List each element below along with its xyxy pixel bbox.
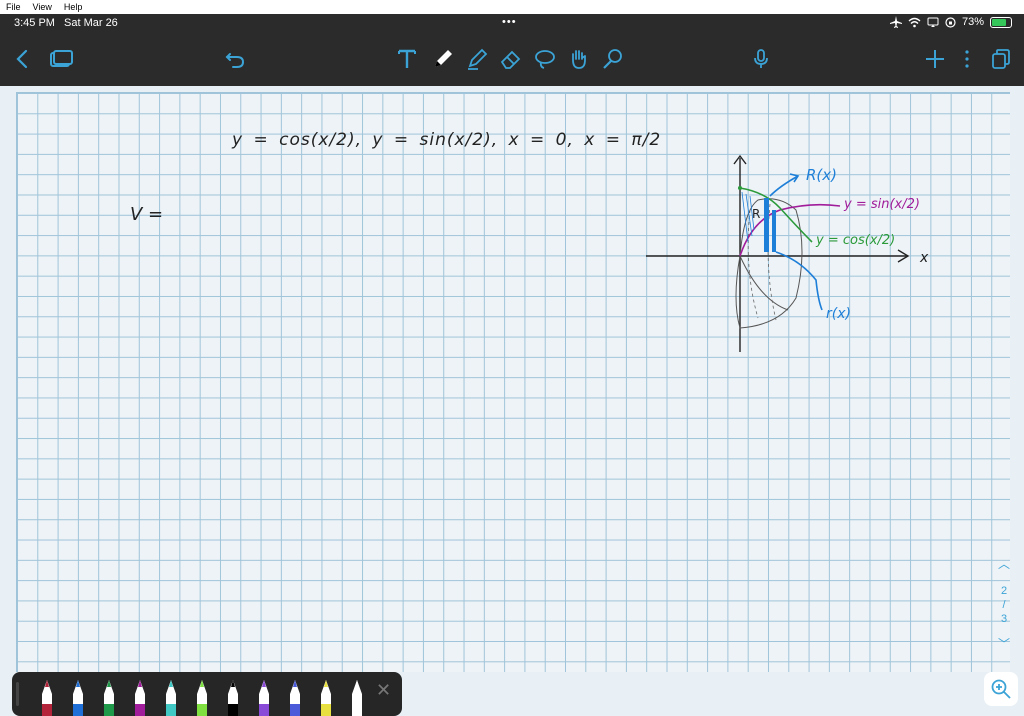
- battery-percent: 73%: [961, 16, 984, 28]
- pen-lime[interactable]: [193, 678, 211, 716]
- zoom-button[interactable]: [984, 672, 1018, 706]
- page-separator: /: [1002, 599, 1006, 611]
- eraser-tool-icon[interactable]: [496, 44, 526, 74]
- outer-radius-label: R(x): [806, 166, 837, 184]
- status-bar: 3:45 PM Sat Mar 26 ••• 73%: [0, 14, 1024, 34]
- pen-purple[interactable]: [131, 678, 149, 716]
- region-sketch: x y = sin(x/2) y = cos(x/2) R R(x) r(x): [646, 154, 929, 352]
- status-time: 3:45 PM: [14, 17, 55, 29]
- outer-strip: [764, 198, 769, 252]
- solid-inner: [739, 255, 789, 311]
- total-pages: 3: [1000, 613, 1008, 625]
- pen-tool-icon[interactable]: [428, 44, 458, 74]
- hand-tool-icon[interactable]: [564, 44, 594, 74]
- page-indicator: ︿ 2 / 3 ﹀: [994, 556, 1014, 666]
- lasso-tool-icon[interactable]: [530, 44, 560, 74]
- sin-label: y = sin(x/2): [843, 197, 920, 212]
- wifi-icon: [908, 17, 921, 27]
- airplane-icon: [889, 16, 902, 28]
- status-indicators: 73%: [889, 16, 1012, 28]
- inner-radius-label: r(x): [826, 306, 851, 322]
- cos-label: y = cos(x/2): [815, 233, 895, 248]
- highlighter-purple[interactable]: [255, 678, 273, 716]
- region-label: R: [752, 207, 760, 221]
- handwritten-equation: y = cos(x/2), y = sin(x/2), x = 0, x = π…: [232, 130, 662, 150]
- current-page: 2: [1000, 585, 1008, 597]
- orientation-lock-icon: [945, 16, 956, 28]
- pen-teal[interactable]: [162, 678, 180, 716]
- highlighter-blue[interactable]: [286, 678, 304, 716]
- pen-black[interactable]: [224, 678, 242, 716]
- multitasking-dots[interactable]: •••: [502, 16, 517, 28]
- page-down-icon[interactable]: ﹀: [998, 636, 1010, 652]
- pen-white[interactable]: [348, 678, 366, 716]
- shapes-tool-icon[interactable]: [598, 44, 628, 74]
- pages-icon[interactable]: [46, 44, 76, 74]
- app-toolbar: [0, 34, 1024, 86]
- back-chevron-icon[interactable]: [8, 44, 38, 74]
- pen-bar-handle[interactable]: [16, 682, 19, 706]
- pen-bar: ✕: [12, 672, 402, 716]
- close-icon[interactable]: ✕: [376, 680, 391, 701]
- zoom-in-icon: [991, 679, 1011, 699]
- microphone-icon[interactable]: [746, 44, 776, 74]
- pen-maroon[interactable]: [38, 678, 56, 716]
- x-axis-label: x: [919, 250, 929, 266]
- inner-radius-arrow: [775, 251, 823, 311]
- undo-icon[interactable]: [220, 44, 250, 74]
- menu-bar: File View Help: [0, 0, 1024, 14]
- outer-radius-arrow: [769, 173, 800, 197]
- more-icon[interactable]: [952, 44, 982, 74]
- battery-icon: [990, 16, 1012, 28]
- page-up-icon[interactable]: ︿: [998, 556, 1010, 572]
- handwritten-volume-label: V =: [130, 204, 164, 225]
- highlighter-yellow[interactable]: [317, 678, 335, 716]
- text-tool-icon[interactable]: [392, 44, 422, 74]
- menu-help[interactable]: Help: [64, 0, 83, 14]
- pen-blue[interactable]: [69, 678, 87, 716]
- inner-strip: [772, 210, 776, 252]
- copy-icon[interactable]: [986, 44, 1016, 74]
- highlighter-tool-icon[interactable]: [462, 44, 492, 74]
- menu-file[interactable]: File: [6, 0, 21, 14]
- pen-green[interactable]: [100, 678, 118, 716]
- status-date: Sat Mar 26: [64, 17, 118, 29]
- screen-mirror-icon: [927, 17, 939, 27]
- menu-view[interactable]: View: [33, 0, 52, 14]
- add-icon[interactable]: [920, 44, 950, 74]
